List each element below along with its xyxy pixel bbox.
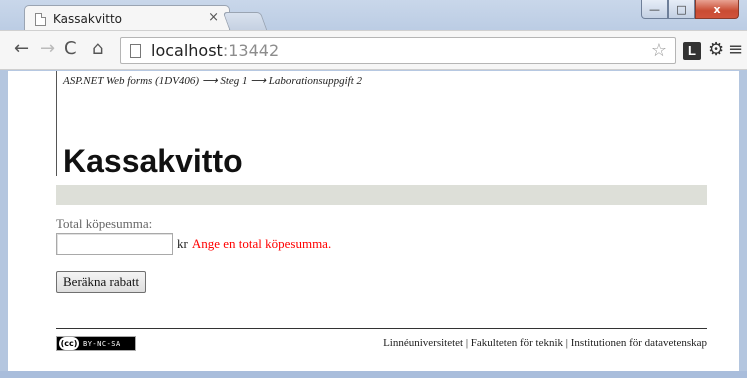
- maximize-button[interactable]: □: [668, 0, 695, 19]
- header-rule: [56, 71, 57, 176]
- header-bar: [56, 185, 707, 205]
- url-text: localhost:13442: [151, 41, 279, 60]
- total-input[interactable]: [56, 233, 173, 255]
- address-bar[interactable]: localhost:13442 ☆: [120, 37, 676, 64]
- window-frame-right: [739, 70, 747, 372]
- window-controls: — □ x: [641, 0, 739, 20]
- title-bar: Kassakvitto × — □ x: [0, 0, 747, 31]
- browser-toolbar: ← → C ⌂ localhost:13442 ☆ L ⚙ ≡: [0, 30, 747, 70]
- cc-icon: (cc): [59, 337, 79, 350]
- window-frame-bottom: [0, 371, 747, 378]
- footer-links: Linnéuniversitetet | Fakulteten för tekn…: [383, 337, 707, 349]
- footer-divider: [56, 328, 707, 329]
- minimize-button[interactable]: —: [641, 0, 668, 19]
- validation-error: Ange en total köpesumma.: [191, 236, 332, 251]
- bookmark-star-icon[interactable]: ☆: [651, 40, 667, 61]
- tab-kassakvitto[interactable]: Kassakvitto ×: [24, 5, 230, 31]
- page-icon: [35, 13, 46, 26]
- currency-unit: kr: [177, 236, 188, 251]
- page-icon: [130, 44, 141, 58]
- menu-icon[interactable]: ≡: [728, 39, 743, 60]
- window-frame-left: [0, 70, 8, 372]
- home-icon[interactable]: ⌂: [92, 39, 103, 59]
- new-tab-button[interactable]: [222, 12, 268, 30]
- total-label: Total köpesumma:: [56, 216, 153, 231]
- input-row: kr Ange en total köpesumma.: [56, 233, 331, 255]
- page-title: Kassakvitto: [63, 143, 243, 179]
- reload-icon[interactable]: C: [64, 39, 77, 59]
- license-badge[interactable]: (cc) BY-NC-SA: [56, 336, 136, 351]
- gear-icon[interactable]: ⚙: [708, 39, 724, 60]
- breadcrumb: ASP.NET Web forms (1DV406) ⟶ Steg 1 ⟶ La…: [63, 75, 363, 87]
- close-button[interactable]: x: [695, 0, 739, 19]
- url-port: :13442: [222, 41, 280, 60]
- tab-title: Kassakvitto: [53, 12, 123, 26]
- url-host: localhost: [151, 41, 223, 60]
- back-icon[interactable]: ←: [14, 39, 29, 59]
- purchase-form: Total köpesumma: kr Ange en total köpesu…: [56, 216, 331, 255]
- license-text: BY-NC-SA: [83, 339, 121, 348]
- tab-close-icon[interactable]: ×: [208, 10, 219, 25]
- extension-icon[interactable]: L: [683, 42, 701, 60]
- browser-window: Kassakvitto × — □ x ← → C ⌂ localhost:13…: [0, 0, 747, 378]
- calculate-discount-button[interactable]: Beräkna rabatt: [56, 271, 147, 293]
- page-viewport: ASP.NET Web forms (1DV406) ⟶ Steg 1 ⟶ La…: [8, 71, 739, 371]
- forward-icon[interactable]: →: [40, 39, 55, 59]
